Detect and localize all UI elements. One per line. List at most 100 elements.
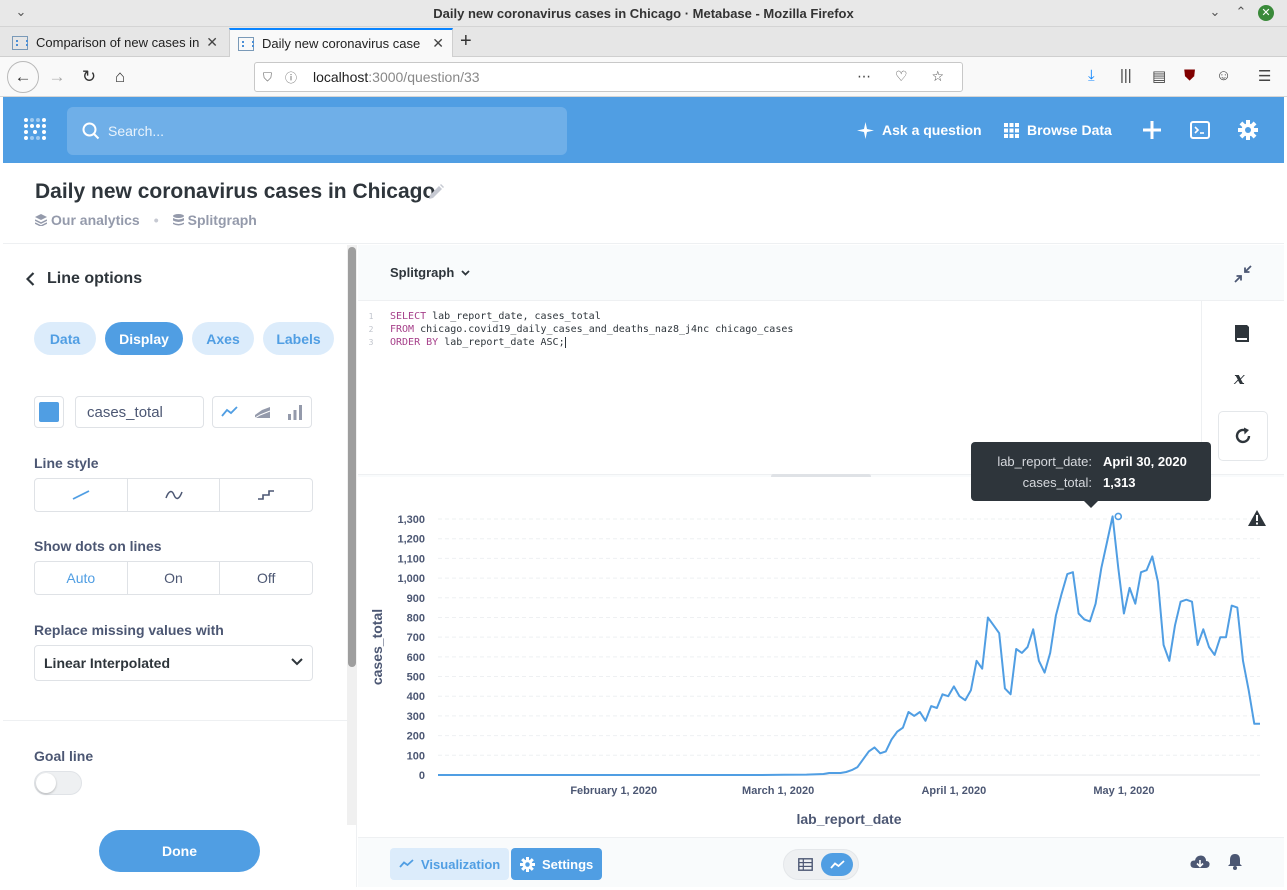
x-tick-label: March 1, 2020 (742, 785, 814, 797)
replace-missing-select[interactable]: Linear Interpolated (34, 645, 313, 681)
sql-keyword: FROM (390, 324, 415, 335)
chart-settings-sidebar: Line options Data Display Axes Labels ca… (3, 245, 357, 887)
dots-on-option[interactable]: On (128, 562, 221, 594)
warning-icon[interactable] (1248, 510, 1266, 526)
dots-auto-option[interactable]: Auto (35, 562, 128, 594)
ublock-icon[interactable]: ⛊ (1184, 67, 1195, 84)
back-arrow-icon[interactable]: ← (7, 61, 39, 93)
close-window-icon[interactable]: ✕ (1258, 5, 1274, 21)
close-tab-icon[interactable]: ✕ (206, 34, 218, 51)
account-icon[interactable]: ☺ (1216, 67, 1231, 84)
y-tick-label: 1,200 (397, 534, 425, 546)
sidebar-icon[interactable]: ▤ (1152, 67, 1166, 85)
visualization-button[interactable]: Visualization (390, 848, 510, 880)
download-icon[interactable]: ⤓ (1088, 67, 1095, 84)
series-color-picker[interactable] (34, 396, 64, 428)
y-tick-label: 200 (407, 731, 425, 743)
metabase-logo-icon[interactable] (23, 117, 47, 143)
chart-view-button[interactable] (821, 853, 853, 876)
run-query-button[interactable] (1218, 411, 1268, 461)
line-options-title: Line options (47, 270, 143, 287)
sql-editor-button[interactable] (1190, 97, 1218, 163)
search-input[interactable]: Search... (67, 107, 567, 155)
search-icon (82, 122, 100, 140)
scrollbar-thumb[interactable] (348, 247, 356, 667)
sql-keyword: SELECT (390, 311, 427, 322)
minimize-icon[interactable]: ⌄ (1206, 4, 1224, 20)
breadcrumb-separator: • (153, 212, 159, 228)
line-style-linear[interactable] (35, 479, 128, 511)
display-line-option[interactable] (213, 397, 246, 427)
search-placeholder: Search... (108, 123, 165, 139)
step-line-icon (258, 490, 275, 500)
terminal-icon (1190, 121, 1210, 139)
close-tab-icon[interactable]: ✕ (432, 35, 444, 52)
reload-icon[interactable]: ↻ (77, 66, 101, 90)
area-chart-icon (254, 406, 270, 418)
breadcrumb-collection[interactable]: Our analytics (51, 212, 140, 228)
database-picker-label: Splitgraph (390, 265, 455, 280)
grid-icon (1004, 122, 1019, 138)
tab-daily-cases[interactable]: Daily new coronavirus case ✕ (229, 28, 453, 57)
line-options-back-button[interactable]: Line options (26, 270, 142, 288)
line-chart-icon (221, 406, 238, 417)
sidebar-scrollbar[interactable] (347, 245, 357, 825)
new-tab-icon[interactable]: + (460, 30, 472, 53)
maximize-icon[interactable]: ⌃ (1232, 4, 1250, 20)
info-icon[interactable]: ⓘ (285, 69, 299, 86)
url-bar[interactable]: ⛉ ⓘ localhost:3000/question/33 ⋯ ♡ ☆ (254, 62, 963, 92)
code-line: 2 FROM chicago.covid19_daily_cases_and_de… (358, 323, 794, 336)
home-icon[interactable]: ⌂ (108, 66, 132, 90)
x-axis-label: lab_report_date (796, 811, 901, 827)
sidebar-divider (3, 720, 347, 721)
settings-button[interactable] (1238, 97, 1266, 163)
line-style-selector (34, 478, 313, 512)
collection-icon (35, 214, 47, 226)
table-view-button[interactable] (789, 853, 821, 876)
download-cloud-icon[interactable] (1190, 855, 1210, 870)
chart-svg: 0 100 200 300 400 500 600 700 800 900 1,000 1,100 1,… (369, 512, 1260, 827)
tab-data[interactable]: Data (34, 322, 96, 355)
tab-labels[interactable]: Labels (263, 322, 334, 355)
variables-icon[interactable]: x (1232, 368, 1252, 388)
y-axis-label: cases_total (369, 609, 385, 685)
collapse-editor-icon[interactable] (1234, 265, 1252, 283)
pencil-icon[interactable] (427, 183, 445, 201)
sql-text: chicago.covid19_daily_cases_and_deaths_n… (414, 324, 794, 335)
tab-display[interactable]: Display (105, 322, 183, 355)
forward-arrow-icon[interactable]: → (45, 66, 69, 90)
ask-question-label: Ask a question (882, 122, 982, 138)
data-reference-icon[interactable] (1232, 323, 1252, 343)
y-tick-label: 0 (419, 770, 425, 782)
menu-icon[interactable]: ☰ (1258, 67, 1271, 85)
question-title[interactable]: Daily new coronavirus cases in Chicago (35, 180, 435, 204)
bell-icon[interactable] (1227, 853, 1243, 870)
goal-line-label: Goal line (34, 748, 94, 764)
line-style-curve[interactable] (128, 479, 221, 511)
library-icon[interactable]: ||| (1120, 67, 1132, 84)
done-button[interactable]: Done (99, 830, 260, 872)
series-line-cases_total (438, 515, 1260, 776)
series-name-input[interactable]: cases_total (75, 396, 204, 428)
query-main: Splitgraph 1 SELECT lab_report_date, case… (358, 245, 1284, 887)
goal-line-toggle[interactable] (34, 771, 82, 795)
chart-settings-button[interactable]: Settings (511, 848, 603, 880)
display-bar-option[interactable] (278, 397, 311, 427)
refresh-icon (1235, 427, 1251, 444)
tab-axes[interactable]: Axes (192, 322, 254, 355)
new-button[interactable] (1142, 97, 1170, 163)
breadcrumb: Our analytics • Splitgraph (35, 212, 257, 228)
line-style-step[interactable] (220, 479, 312, 511)
gear-icon (1238, 120, 1258, 140)
database-picker[interactable]: Splitgraph (390, 265, 470, 280)
sql-text: lab_report_date ASC; (438, 337, 565, 348)
ask-question-button[interactable]: Ask a question (857, 97, 982, 163)
page-actions-icon[interactable]: ⋯ ♡ ☆ (857, 68, 954, 85)
curve-line-icon (164, 490, 183, 500)
sparkle-icon (857, 121, 874, 139)
tab-comparison[interactable]: Comparison of new cases in ✕ (4, 28, 226, 57)
breadcrumb-database[interactable]: Splitgraph (188, 212, 257, 228)
dots-off-option[interactable]: Off (220, 562, 312, 594)
display-area-option[interactable] (246, 397, 279, 427)
browse-data-button[interactable]: Browse Data (1004, 97, 1112, 163)
